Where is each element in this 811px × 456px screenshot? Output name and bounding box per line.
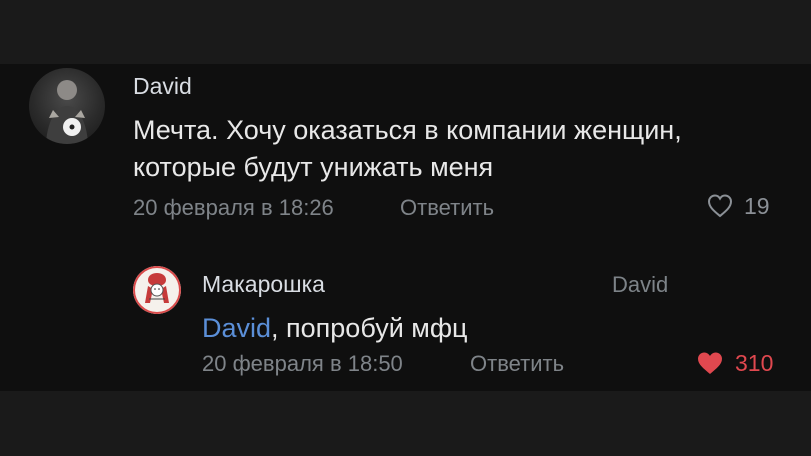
user-photo-icon [46,80,88,144]
reply-to-name[interactable]: David [612,273,668,297]
heart-filled-icon [698,352,722,374]
mention-link[interactable]: David [202,313,271,343]
like-count: 310 [735,350,774,376]
comment-date: 20 февраля в 18:26 [133,195,334,220]
reply-button[interactable]: Ответить [470,352,564,376]
comment-text-line-1: Мечта. Хочу оказаться в компании женщин, [133,115,682,145]
reply-author[interactable]: Макарошка [202,272,325,296]
comment-author[interactable]: David [133,74,192,98]
user-picture-icon [133,266,181,314]
like-button[interactable]: 19 [706,193,770,218]
reply-date: 20 февраля в 18:50 [202,351,403,376]
like-count: 19 [744,192,770,219]
avatar[interactable] [29,68,105,144]
heart-outline-icon [707,194,733,218]
reply-text-body: , попробуй мфц [271,313,468,343]
screenshot-frame: David Мечта. Хочу оказаться в компании ж… [0,0,811,456]
reply-button[interactable]: Ответить [400,196,494,220]
avatar[interactable] [133,266,181,314]
comment-text-line-2: которые будут унижать меня [133,152,494,182]
like-button[interactable]: 310 [695,350,773,376]
reply-text: David, попробуй мфц [202,310,468,346]
